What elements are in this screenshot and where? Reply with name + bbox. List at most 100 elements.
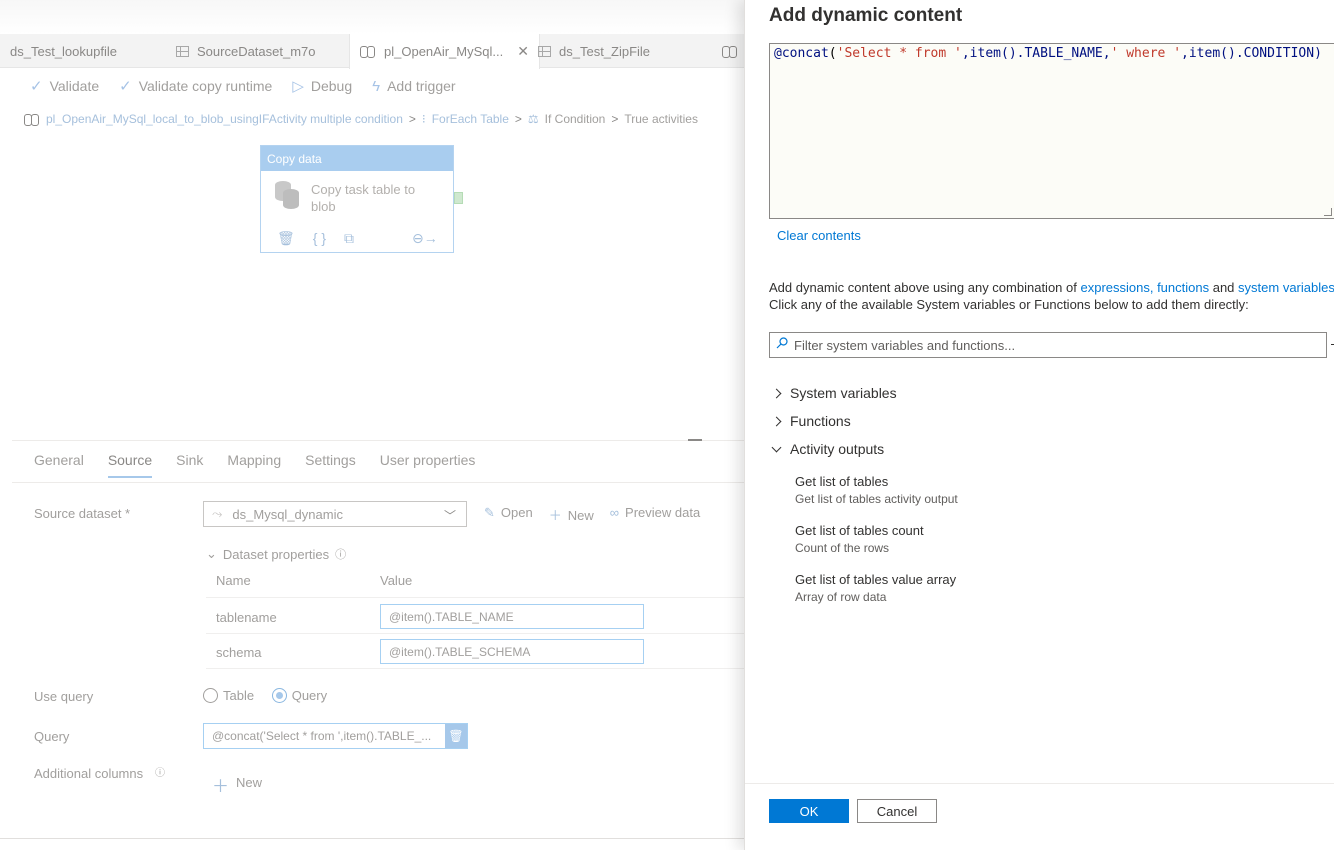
copy-data-activity[interactable]: Copy data Copy task table to blob 🗑 { } … bbox=[260, 145, 454, 253]
trash-icon[interactable]: 🗑 bbox=[445, 724, 467, 748]
tab-user-properties[interactable]: User properties bbox=[380, 452, 476, 478]
additional-columns-new-button[interactable]: New bbox=[236, 775, 262, 790]
cancel-button[interactable]: Cancel bbox=[857, 799, 937, 823]
tab-overflow[interactable] bbox=[712, 34, 744, 68]
query-input[interactable]: @concat('Select * from ',item().TABLE_..… bbox=[203, 723, 468, 749]
if-condition-icon: ⚖ bbox=[527, 112, 539, 126]
tab-label: pl_OpenAir_MySql... bbox=[384, 44, 504, 59]
tab-source[interactable]: Source bbox=[107, 452, 153, 478]
tab-sourcedataset-m7o[interactable]: SourceDataset_m7o bbox=[166, 34, 326, 68]
row-divider bbox=[206, 597, 744, 598]
validate-copy-runtime-label: Validate copy runtime bbox=[138, 78, 273, 94]
expressions-functions-link[interactable]: expressions, functions bbox=[1080, 280, 1209, 295]
expression-editor[interactable]: @concat('Select * from ',item().TABLE_NA… bbox=[769, 43, 1334, 219]
prop-name-schema: schema bbox=[216, 645, 262, 660]
breadcrumb-foreach-link[interactable]: ForEach Table bbox=[432, 112, 509, 126]
open-button[interactable]: ✎ Open bbox=[484, 505, 533, 524]
tab-general[interactable]: General bbox=[34, 452, 84, 478]
new-dataset-button[interactable]: ＋ New bbox=[549, 505, 594, 524]
activity-type-label: Copy data bbox=[261, 146, 453, 171]
property-tabs: General Source Sink Mapping Settings Use… bbox=[34, 452, 475, 478]
validate-copy-runtime-button[interactable]: ✓ Validate copy runtime bbox=[119, 77, 272, 95]
output-name: Get list of tables value array bbox=[795, 572, 957, 587]
activity-outputs-section[interactable]: Activity outputs bbox=[771, 441, 885, 457]
canvas-divider bbox=[12, 440, 744, 441]
radio-table[interactable]: Table bbox=[203, 688, 254, 703]
checkmark-icon: ✓ bbox=[30, 78, 43, 95]
query-value: @concat('Select * from ',item().TABLE_..… bbox=[212, 729, 432, 743]
footer-divider bbox=[745, 783, 1334, 784]
adf-pipeline-editor: ds_Test_lookupfile SourceDataset_m7o pl_… bbox=[0, 0, 1334, 850]
info-icon: ⓘ bbox=[335, 549, 347, 561]
success-connector-handle[interactable] bbox=[454, 192, 463, 204]
copy-icon[interactable]: ⧉ bbox=[344, 230, 354, 247]
pipeline-icon bbox=[722, 45, 738, 58]
delete-icon[interactable]: 🗑 bbox=[277, 230, 295, 247]
info-icon: ⓘ bbox=[155, 768, 165, 779]
dataset-properties-label: Dataset properties bbox=[222, 546, 330, 562]
use-query-label: Use query bbox=[34, 689, 94, 704]
document-tab-bar: ds_Test_lookupfile SourceDataset_m7o pl_… bbox=[0, 34, 744, 69]
expr-argument: ,item().CONDITION) bbox=[1181, 46, 1322, 61]
breadcrumb-pipeline-link[interactable]: pl_OpenAir_MySql_local_to_blob_usingIFAc… bbox=[46, 112, 403, 126]
tab-settings[interactable]: Settings bbox=[305, 452, 356, 478]
expr-paren: ( bbox=[828, 46, 837, 61]
breadcrumb-if-condition[interactable]: If Condition bbox=[545, 112, 606, 126]
activity-outputs-label: Activity outputs bbox=[790, 441, 885, 457]
new-label: New bbox=[567, 508, 594, 523]
activity-output-item[interactable]: Get list of tables count Count of the ro… bbox=[795, 523, 924, 555]
add-trigger-button[interactable]: ϟ Add trigger bbox=[372, 78, 455, 95]
debug-button[interactable]: ▷ Debug bbox=[292, 77, 352, 95]
resize-grip-icon[interactable] bbox=[1324, 208, 1332, 216]
expr-string-literal: 'Select * from ' bbox=[836, 46, 962, 61]
filter-input[interactable]: Filter system variables and functions... bbox=[769, 332, 1327, 358]
radio-circle-selected bbox=[271, 688, 287, 703]
output-arrow-icon[interactable]: ⊖→ bbox=[412, 230, 438, 247]
source-dataset-label: Source dataset * bbox=[34, 506, 131, 521]
expr-string-literal: ' where ' bbox=[1110, 46, 1182, 61]
output-description: Get list of tables activity output bbox=[795, 492, 958, 506]
expr-function: @concat bbox=[774, 46, 829, 61]
radio-query[interactable]: Query bbox=[271, 688, 327, 703]
search-icon bbox=[776, 337, 788, 349]
output-name: Get list of tables bbox=[795, 474, 889, 489]
source-dataset-select[interactable]: ⤳ ds_Mysql_dynamic ﹀ bbox=[203, 501, 467, 527]
top-header-strip bbox=[0, 0, 744, 34]
panel-resize-handle[interactable] bbox=[688, 439, 702, 441]
system-variables-link[interactable]: system variables bbox=[1238, 280, 1334, 295]
panel-title: Add dynamic content bbox=[769, 5, 963, 26]
activity-output-item[interactable]: Get list of tables value array Array of … bbox=[795, 572, 956, 604]
tab-mapping[interactable]: Mapping bbox=[227, 452, 281, 478]
code-icon[interactable]: { } bbox=[313, 230, 326, 247]
add-dynamic-content-panel: Add dynamic content @concat('Select * fr… bbox=[744, 0, 1334, 850]
prop-value-tablename-input[interactable]: @item().TABLE_NAME bbox=[380, 604, 644, 629]
ok-button[interactable]: OK bbox=[769, 799, 849, 823]
chevron-down-icon: ﹀ bbox=[443, 509, 456, 523]
clear-contents-link[interactable]: Clear contents bbox=[777, 228, 861, 243]
tab-pl-openair-mysql[interactable]: pl_OpenAir_MySql... ✕ bbox=[349, 34, 540, 69]
dataset-properties-toggle[interactable]: ⌄ Dataset properties ⓘ bbox=[206, 546, 346, 562]
radio-circle bbox=[203, 688, 218, 703]
lightning-icon: ϟ bbox=[372, 77, 381, 95]
output-description: Array of row data bbox=[795, 590, 887, 604]
row-divider bbox=[206, 633, 744, 634]
tabs-divider bbox=[12, 482, 744, 483]
validate-button[interactable]: ✓ Validate bbox=[30, 77, 99, 95]
glasses-icon: ∞ bbox=[609, 505, 620, 520]
checkmark-icon: ✓ bbox=[119, 78, 132, 95]
activity-output-item[interactable]: Get list of tables Get list of tables ac… bbox=[795, 474, 958, 506]
radio-table-label: Table bbox=[223, 688, 255, 703]
database-icon bbox=[273, 181, 299, 211]
prop-value-schema-input[interactable]: @item().TABLE_SCHEMA bbox=[380, 639, 644, 664]
query-label: Query bbox=[34, 729, 70, 744]
breadcrumb-current: True activities bbox=[624, 112, 698, 126]
preview-data-button[interactable]: ∞ Preview data bbox=[610, 505, 700, 524]
tab-sink[interactable]: Sink bbox=[176, 452, 203, 478]
system-variables-section[interactable]: System variables bbox=[771, 385, 897, 401]
pipeline-icon bbox=[24, 113, 40, 126]
breadcrumb-separator: > bbox=[408, 112, 416, 126]
functions-section[interactable]: Functions bbox=[771, 413, 851, 429]
chevron-down-icon bbox=[771, 442, 782, 452]
tab-ds-test-zipfile[interactable]: ds_Test_ZipFile bbox=[528, 34, 660, 68]
tab-ds-test-lookupfile[interactable]: ds_Test_lookupfile bbox=[0, 34, 127, 68]
